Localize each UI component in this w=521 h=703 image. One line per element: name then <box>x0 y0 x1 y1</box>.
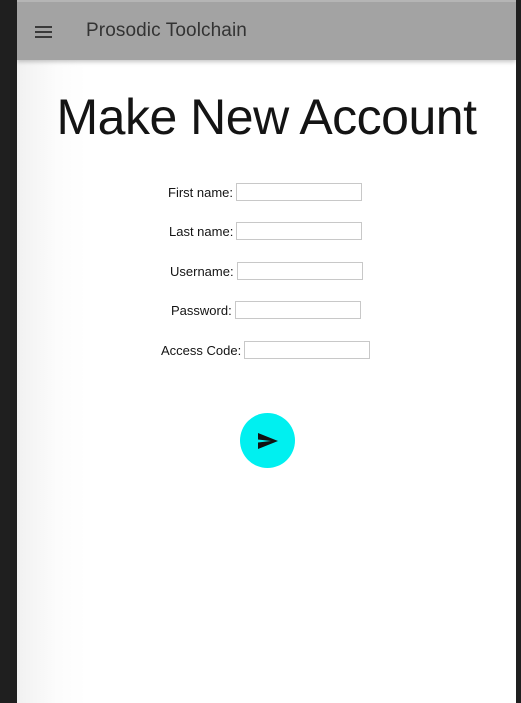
password-field[interactable] <box>234 301 361 319</box>
send-icon <box>258 433 278 449</box>
password-label: Password: <box>171 302 232 318</box>
app-title: Prosodic Toolchain <box>86 20 247 41</box>
top-app-bar: Prosodic Toolchain <box>17 0 516 60</box>
hamburger-menu-icon[interactable] <box>35 26 52 39</box>
first-name-label: First name: <box>168 184 234 200</box>
access-code-row: Access Code: <box>161 341 371 359</box>
access-code-field[interactable] <box>244 341 371 359</box>
username-label: Username: <box>170 263 234 279</box>
last-name-label: Last name: <box>169 223 234 239</box>
app-frame: Prosodic Toolchain Make New Account Firs… <box>17 0 516 703</box>
last-name-field[interactable] <box>236 222 363 240</box>
first-name-field[interactable] <box>236 183 363 201</box>
username-row: Username: <box>170 262 363 280</box>
submit-button[interactable] <box>240 413 295 468</box>
window-left-edge <box>0 0 17 703</box>
username-field[interactable] <box>236 262 363 280</box>
page-title: Make New Account <box>56 89 477 145</box>
window-right-edge <box>516 0 521 703</box>
last-name-row: Last name: <box>169 222 363 240</box>
access-code-label: Access Code: <box>161 342 242 358</box>
password-row: Password: <box>171 301 361 319</box>
first-name-row: First name: <box>168 183 363 201</box>
